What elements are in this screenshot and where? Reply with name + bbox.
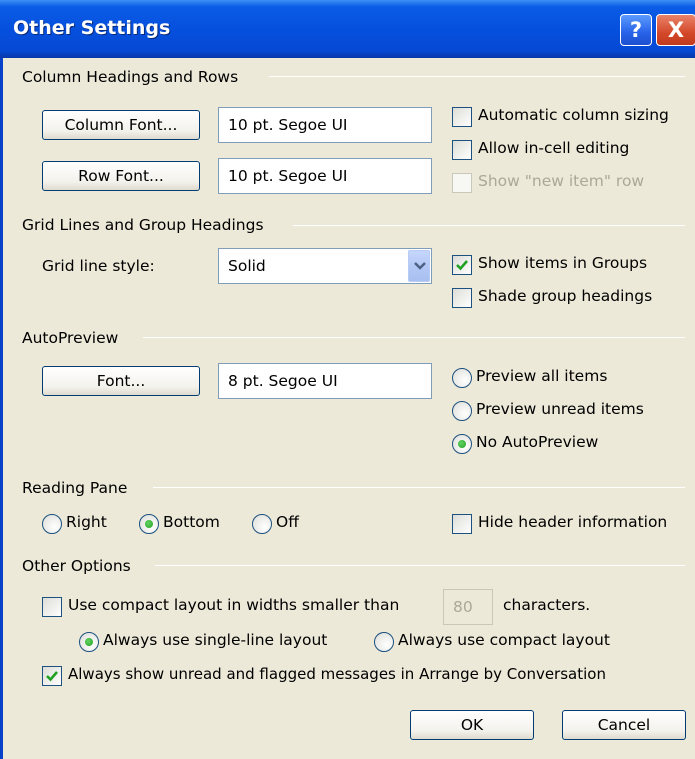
radio-circle[interactable] (139, 514, 159, 534)
preview-unread-items-label: Preview unread items (476, 400, 644, 418)
cancel-button[interactable]: Cancel (562, 710, 686, 740)
radio-circle[interactable] (452, 434, 472, 454)
preview-all-items-label: Preview all items (476, 367, 608, 385)
column-font-button[interactable]: Column Font... (42, 110, 200, 140)
row-font-button[interactable]: Row Font... (42, 161, 200, 191)
section-label-reading-pane: Reading Pane (22, 479, 128, 497)
show-items-in-groups-label: Show items in Groups (478, 254, 648, 272)
checkbox-box (452, 173, 472, 193)
radio-selected-dot (145, 520, 153, 528)
shade-group-headings-label: Shade group headings (478, 287, 653, 305)
radio-circle[interactable] (452, 401, 472, 421)
section-divider (155, 565, 685, 566)
dialog-title: Other Settings (13, 17, 171, 39)
checkbox-box[interactable] (42, 597, 62, 617)
automatic-column-sizing-label: Automatic column sizing (478, 106, 669, 124)
section-divider (293, 225, 685, 226)
allow-in-cell-editing-label: Allow in-cell editing (478, 139, 630, 157)
ok-button[interactable]: OK (410, 710, 534, 740)
checkbox-box[interactable] (452, 288, 472, 308)
grid-line-style-label: Grid line style: (42, 257, 155, 275)
section-label-column-headings: Column Headings and Rows (22, 68, 239, 86)
section-label-grid-lines: Grid Lines and Group Headings (22, 216, 264, 234)
grid-line-style-dropdown[interactable]: Solid (218, 248, 432, 284)
checkmark-icon (456, 260, 468, 271)
section-divider (269, 76, 685, 77)
compact-layout-label: Use compact layout in widths smaller tha… (68, 596, 400, 614)
checkbox-box[interactable] (452, 140, 472, 160)
radio-circle[interactable] (79, 632, 99, 652)
section-label-other-options: Other Options (22, 557, 131, 575)
hide-header-information-label: Hide header information (478, 513, 668, 531)
title-bar[interactable]: Other Settings ? X (0, 0, 695, 58)
other-settings-dialog: Other Settings ? X Column Headings and R… (0, 0, 695, 759)
checkbox-box[interactable] (452, 107, 472, 127)
radio-circle[interactable] (252, 514, 272, 534)
reading-pane-off-label: Off (276, 513, 299, 531)
section-divider (153, 487, 685, 488)
reading-pane-right-label: Right (66, 513, 107, 531)
chevron-down-icon[interactable] (408, 250, 430, 282)
compact-width-input: 80 (443, 589, 493, 625)
autopreview-font-button[interactable]: Font... (42, 366, 200, 396)
radio-selected-dot (85, 638, 93, 646)
radio-circle[interactable] (42, 514, 62, 534)
section-divider (143, 337, 685, 338)
section-label-autopreview: AutoPreview (22, 329, 119, 347)
radio-selected-dot (458, 440, 466, 448)
checkmark-icon (46, 671, 58, 682)
no-autopreview-label: No AutoPreview (476, 433, 599, 451)
checkbox-box[interactable] (452, 514, 472, 534)
close-button[interactable]: X (656, 14, 695, 46)
reading-pane-bottom-label: Bottom (163, 513, 220, 531)
show-new-item-row-label: Show "new item" row (478, 172, 645, 190)
always-show-unread-label: Always show unread and flagged messages … (68, 665, 606, 683)
characters-label: characters. (503, 596, 591, 614)
checkbox-box[interactable] (42, 666, 62, 686)
autopreview-font-field: 8 pt. Segoe UI (218, 363, 432, 399)
radio-circle[interactable] (452, 368, 472, 388)
help-button[interactable]: ? (620, 14, 652, 46)
compact-layout-option-label: Always use compact layout (398, 631, 610, 649)
row-font-field: 10 pt. Segoe UI (218, 158, 432, 194)
checkbox-box[interactable] (452, 255, 472, 275)
radio-circle[interactable] (374, 632, 394, 652)
single-line-layout-label: Always use single-line layout (103, 631, 328, 649)
grid-line-style-value: Solid (228, 257, 266, 275)
column-font-field: 10 pt. Segoe UI (218, 107, 432, 143)
